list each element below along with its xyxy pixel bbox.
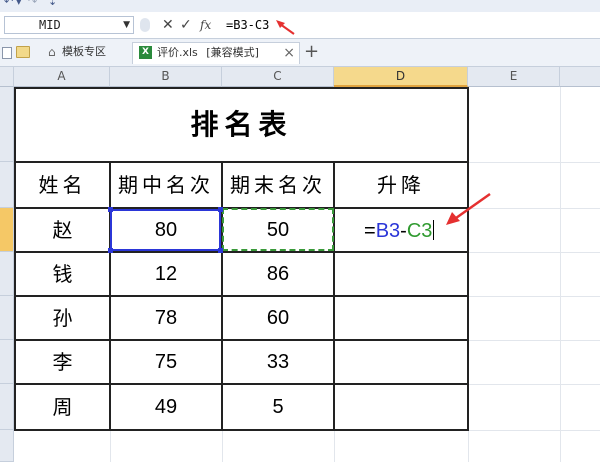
cell-final[interactable]: 86 <box>223 253 333 295</box>
resize-handle[interactable] <box>108 248 113 253</box>
row-header-8[interactable] <box>0 430 14 462</box>
table-border <box>467 87 469 431</box>
name-box-value: MID <box>39 18 61 32</box>
name-box[interactable]: MID ▼ <box>4 16 134 34</box>
tab-label: 模板专区 <box>62 45 106 58</box>
text-caret <box>433 220 435 240</box>
row-header-1[interactable] <box>0 87 14 162</box>
gridline <box>468 296 600 297</box>
formula-bar-grip-icon <box>140 18 150 32</box>
column-header-e[interactable]: E <box>468 67 560 87</box>
cell-name[interactable]: 周 <box>16 385 109 429</box>
new-tab-button[interactable]: + <box>304 41 319 63</box>
tab-template-zone[interactable]: ⌂ 模板专区 <box>42 42 128 64</box>
enter-icon[interactable]: ✓ <box>180 16 192 34</box>
sheet-title[interactable]: 排名表 <box>16 89 467 161</box>
gridline <box>222 430 223 462</box>
row-header-6[interactable] <box>0 340 14 384</box>
column-header-d[interactable]: D <box>334 67 468 87</box>
cell-name[interactable]: 赵 <box>16 209 109 251</box>
column-header-c[interactable]: C <box>222 67 334 87</box>
gridline <box>468 162 600 163</box>
column-header-a[interactable]: A <box>14 67 110 87</box>
gridline <box>468 430 469 462</box>
row-header-7[interactable] <box>0 384 14 430</box>
dropdown-icon[interactable]: ▾ <box>16 0 22 8</box>
resize-handle[interactable] <box>218 248 223 253</box>
header-name[interactable]: 姓名 <box>16 163 109 207</box>
formula-ref-c3: C3 <box>406 220 433 242</box>
row-header-2[interactable] <box>0 162 14 208</box>
row-header-3[interactable] <box>0 208 14 252</box>
cell-name[interactable]: 李 <box>16 341 109 383</box>
gridline <box>560 87 561 462</box>
formula-input[interactable]: =B3-C3 <box>226 17 269 33</box>
active-cell-editor[interactable]: =B3-C3 <box>364 219 435 243</box>
formula-ref-b3: B3 <box>375 220 401 242</box>
cell-final[interactable]: 5 <box>223 385 333 429</box>
name-box-dropdown-icon[interactable]: ▼ <box>123 17 130 33</box>
row-header-4[interactable] <box>0 252 14 296</box>
folder-icon[interactable] <box>16 46 30 58</box>
cell-midterm[interactable]: 49 <box>111 385 221 429</box>
quick-access-toolbar: ↶ ▾ ↷ ⇣ <box>0 0 600 12</box>
cell-final[interactable]: 33 <box>223 341 333 383</box>
gridline <box>334 430 335 462</box>
compat-mode-label: [兼容模式] <box>206 46 259 59</box>
formula-bar: MID ▼ ✕ ✓ fx =B3-C3 <box>0 12 600 39</box>
tab-label: 评价.xls <box>157 46 198 59</box>
cell-name[interactable]: 孙 <box>16 297 109 339</box>
header-final-rank[interactable]: 期末名次 <box>223 163 333 207</box>
resize-handle[interactable] <box>218 207 223 212</box>
undo-icon[interactable]: ↶ <box>4 0 13 8</box>
cell-final[interactable]: 60 <box>223 297 333 339</box>
column-header-b[interactable]: B <box>110 67 222 87</box>
new-document-icon[interactable] <box>2 47 12 59</box>
gridline <box>110 430 111 462</box>
gridline <box>468 340 600 341</box>
cell-midterm[interactable]: 78 <box>111 297 221 339</box>
annotation-arrow-icon <box>446 192 491 225</box>
header-midterm-rank[interactable]: 期中名次 <box>111 163 221 207</box>
document-tab-bar: ⌂ 模板专区 X 评价.xls [兼容模式] × + <box>0 39 600 67</box>
reference-highlight-b3 <box>110 209 221 251</box>
annotation-arrow-small-icon <box>276 20 295 35</box>
redo-icon[interactable]: ↷ <box>28 0 37 8</box>
tab-workbook[interactable]: X 评价.xls [兼容模式] × <box>132 42 300 64</box>
cancel-icon[interactable]: ✕ <box>162 16 174 34</box>
gridline <box>468 384 600 385</box>
reference-highlight-c3 <box>222 208 334 251</box>
cell-name[interactable]: 钱 <box>16 253 109 295</box>
gridline <box>468 252 600 253</box>
select-all-corner[interactable] <box>0 67 14 87</box>
home-icon: ⌂ <box>48 45 56 59</box>
table-border <box>14 429 469 431</box>
formula-operator: - <box>400 220 407 242</box>
customize-icon[interactable]: ⇣ <box>48 0 57 8</box>
formula-equals: = <box>364 220 376 242</box>
cell-midterm[interactable]: 12 <box>111 253 221 295</box>
row-header-5[interactable] <box>0 296 14 340</box>
resize-handle[interactable] <box>108 207 113 212</box>
insert-function-icon[interactable]: fx <box>200 16 211 34</box>
close-tab-icon[interactable]: × <box>283 43 295 63</box>
cell-midterm[interactable]: 75 <box>111 341 221 383</box>
excel-file-icon: X <box>139 46 152 59</box>
column-header-f[interactable] <box>560 67 600 87</box>
